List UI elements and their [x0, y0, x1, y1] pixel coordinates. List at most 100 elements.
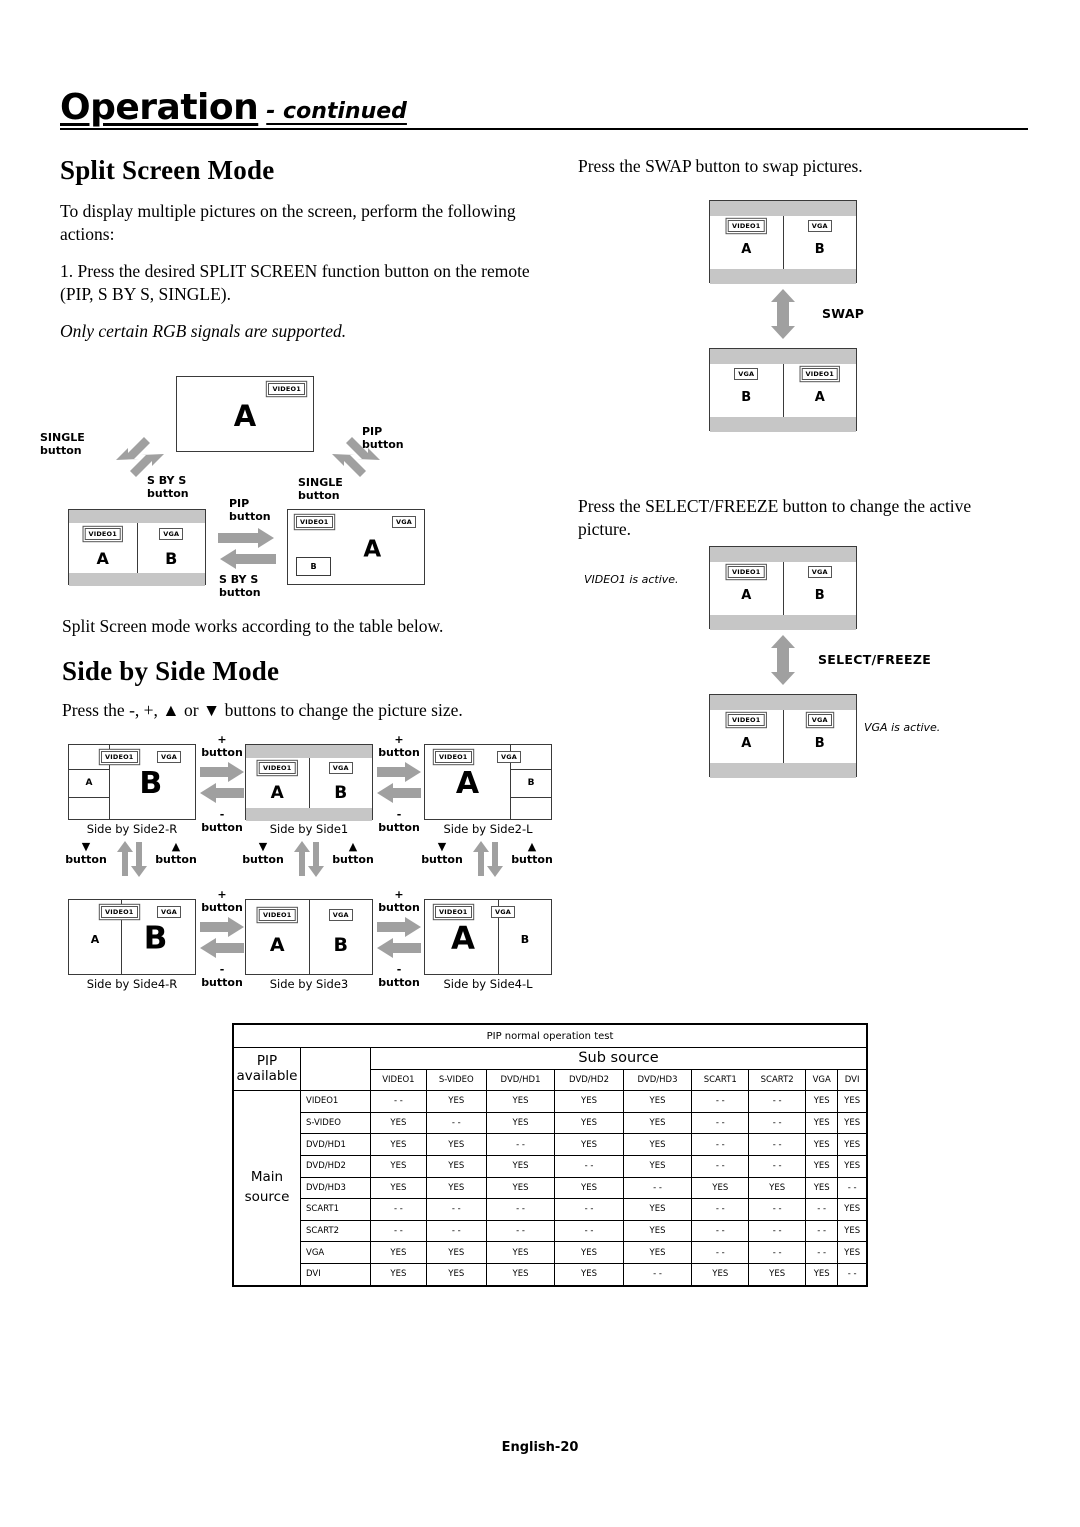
swap-instruction: Press the SWAP button to swap pictures.: [578, 156, 863, 176]
table-cell: YES: [554, 1133, 624, 1156]
table-cell: - -: [370, 1219, 427, 1243]
picture-letter-b: B: [814, 242, 825, 257]
pip-button-label: PIP button: [362, 425, 404, 452]
table-row: SCART1- -- -- -- - YES - -- -- - YES: [233, 1198, 869, 1221]
table-cell: - -: [691, 1219, 750, 1243]
table-cell: - -: [485, 1198, 556, 1221]
table-cell: - -: [748, 1111, 807, 1135]
source-tag-vga: VGA: [807, 566, 832, 578]
pip-compatibility-table: PIP normal operation test PIP available Sub…: [232, 1023, 869, 1287]
table-row-label: DVD/HD2: [300, 1154, 371, 1178]
table-cell: - -: [805, 1198, 839, 1221]
table-cell: YES: [554, 1111, 624, 1135]
sbys-pip-arrow-pair: [216, 527, 278, 571]
swap-before-screen: VIDEO1 A VGA B: [709, 200, 857, 284]
side-by-side-heading: Side by Side Mode: [62, 656, 280, 687]
split-table-intro-block: Split Screen mode works according to the…: [62, 615, 562, 736]
table-cell: - -: [485, 1219, 556, 1243]
source-tag-video1: VIDEO1: [84, 528, 122, 540]
side2r-screen: A B VIDEO1 VGA: [68, 744, 196, 820]
table-cell: YES: [425, 1241, 487, 1264]
picture-letter-a: A: [741, 242, 752, 257]
side2l-screen: A B VIDEO1 VGA: [424, 744, 552, 820]
video1-active-label: VIDEO1 is active.: [584, 573, 679, 586]
pip-mode-screen: VIDEO1 VGA A B: [287, 509, 425, 585]
vga-active-label: VGA is active.: [864, 721, 941, 734]
source-tag-vga: VGA: [497, 751, 521, 763]
table-cell: - -: [425, 1198, 487, 1221]
single-mode-screen: VIDEO1 A: [176, 376, 314, 452]
down-button-label-2: ▼ button: [242, 840, 284, 867]
select-freeze-after-screen: VIDEO1 A VGA B: [709, 694, 857, 778]
single-button-label: SINGLE button: [40, 431, 85, 458]
document-page: Operation - continued Split Screen Mode …: [0, 0, 1080, 1527]
table-cell: - -: [691, 1198, 750, 1221]
source-tag-video1: VIDEO1: [727, 566, 765, 578]
table-cell: YES: [425, 1262, 487, 1287]
table-cell: YES: [837, 1133, 869, 1156]
picture-letter-a: A: [269, 934, 285, 956]
side4l-screen: A B VIDEO1 VGA: [424, 899, 552, 975]
table-cell: - -: [485, 1133, 556, 1156]
minus-button-label-4: - button: [378, 963, 420, 990]
table-row-label: SCART2: [300, 1219, 371, 1243]
table-cell: YES: [805, 1262, 839, 1287]
table-cell: YES: [622, 1219, 693, 1243]
table-cell: YES: [370, 1262, 427, 1287]
source-tag-video1: VIDEO1: [258, 762, 296, 774]
table-row: S-VIDEO YES - - YES YES YES - -- - YES YES: [233, 1111, 869, 1135]
pip-inset-b: B: [296, 557, 331, 576]
table-cell: YES: [622, 1154, 693, 1178]
source-tag-vga: VGA: [491, 906, 515, 918]
side-by-side-intro: Press the -, +, ▲ or ▼ buttons to change…: [62, 700, 463, 721]
swap-vertical-arrow: [765, 288, 801, 340]
table-row-label: VIDEO1: [300, 1090, 371, 1113]
picture-letter-b: B: [143, 920, 168, 957]
down-button-label-3: ▼ button: [421, 840, 463, 867]
table-cell: YES: [370, 1154, 427, 1178]
table-column-header: VGA: [805, 1068, 839, 1092]
table-row: DVD/HD1 YES YES - - YES YES - -- - YES YES: [233, 1133, 869, 1156]
table-cell: YES: [748, 1176, 807, 1200]
source-tag-video1: VIDEO1: [801, 368, 839, 380]
table-cell: - -: [748, 1154, 807, 1178]
table-column-header: DVD/HD1: [485, 1068, 556, 1092]
plusminus-arrow-pair-1: [198, 761, 246, 805]
minus-button-label-3: - button: [201, 963, 243, 990]
table-cell: - -: [748, 1219, 807, 1243]
table-corner-label: PIP available: [232, 1046, 301, 1092]
up-button-label-3: ▲ button: [511, 840, 553, 867]
source-tag-vga: VGA: [157, 906, 181, 918]
table-cell: YES: [805, 1090, 839, 1113]
table-cell: YES: [485, 1262, 556, 1287]
up-button-label-2: ▲ button: [332, 840, 374, 867]
picture-letter-a: A: [85, 778, 93, 788]
picture-letter-a: A: [90, 933, 100, 946]
side2r-caption: Side by Side2-R: [86, 822, 178, 836]
picture-letter-a: A: [363, 536, 382, 563]
table-cell: - -: [370, 1090, 427, 1113]
table-cell: YES: [425, 1176, 487, 1200]
table-cell: YES: [837, 1090, 869, 1113]
table-cell: YES: [485, 1090, 556, 1113]
swap-after-screen: VGA B VIDEO1 A: [709, 348, 857, 432]
table-row: DVD/HD3 YES YES YES YES - - YES YES YES - -: [233, 1176, 869, 1200]
sbys-button-label: S BY S button: [147, 474, 189, 501]
picture-letter-a: A: [233, 398, 257, 433]
table-cell: YES: [425, 1090, 487, 1113]
source-tag-video1: VIDEO1: [296, 516, 333, 528]
table-cell: - -: [554, 1154, 624, 1178]
table-row-label: DVD/HD1: [300, 1133, 371, 1156]
table-column-header: DVD/HD2: [554, 1068, 624, 1092]
table-cell: YES: [837, 1154, 869, 1178]
picture-letter-a: A: [814, 390, 825, 405]
side1-screen: VIDEO1 A VGA B: [245, 744, 373, 821]
table-row: VGA YES YES YES YES YES - -- -- - YES: [233, 1241, 869, 1264]
table-cell: YES: [622, 1090, 693, 1113]
source-tag-video1: VIDEO1: [435, 906, 472, 918]
source-tag-video1: VIDEO1: [101, 751, 138, 763]
table-cell: - -: [805, 1241, 839, 1264]
table-cell: YES: [691, 1176, 750, 1200]
source-tag-video1: VIDEO1: [435, 751, 472, 763]
select-freeze-label: SELECT/FREEZE: [818, 652, 932, 667]
